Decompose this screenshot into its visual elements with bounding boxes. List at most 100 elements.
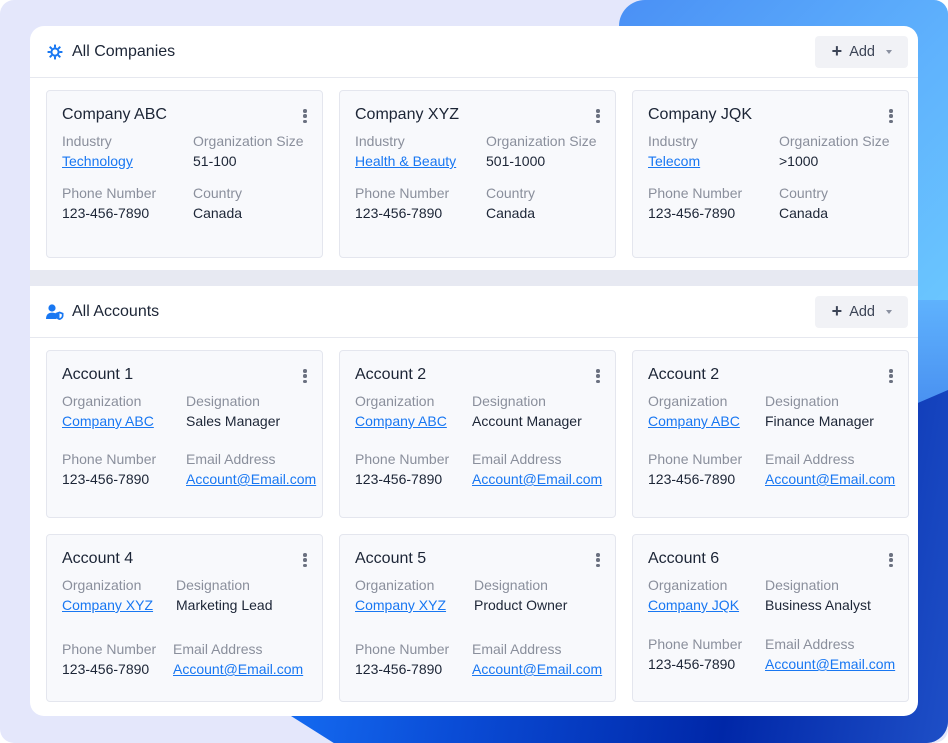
email-label: Email Address: [765, 636, 855, 652]
companies-grid: Company ABC Industry Technology Organizat…: [30, 78, 918, 258]
phone-label: Phone Number: [355, 451, 450, 467]
designation-value: Finance Manager: [765, 413, 874, 429]
organization-link[interactable]: Company JQK: [648, 597, 765, 613]
phone-value: 123-456-7890: [648, 205, 736, 221]
industry-label: Industry: [62, 133, 112, 149]
country-value: Canada: [779, 205, 829, 221]
industry-link[interactable]: Telecom: [648, 153, 779, 169]
companies-section: All Companies + Add Company ABC Industry…: [30, 26, 918, 258]
phone-label: Phone Number: [62, 185, 157, 201]
country-value: Canada: [193, 205, 243, 221]
phone-label: Phone Number: [355, 185, 450, 201]
email-label: Email Address: [472, 641, 562, 657]
plus-icon: +: [831, 300, 843, 321]
phone-value: 123-456-7890: [648, 471, 736, 487]
accounts-title-wrap: All Accounts: [46, 303, 815, 321]
designation-value: Sales Manager: [186, 413, 281, 429]
country-label: Country: [193, 185, 243, 201]
email-label: Email Address: [765, 451, 855, 467]
phone-value: 123-456-7890: [648, 656, 736, 672]
designation-label: Designation: [472, 393, 546, 409]
organization-label: Organization: [355, 393, 435, 409]
phone-value: 123-456-7890: [62, 471, 150, 487]
organization-link[interactable]: Company XYZ: [355, 597, 474, 613]
phone-value: 123-456-7890: [62, 661, 150, 677]
add-account-button[interactable]: + Add: [814, 295, 908, 328]
phone-label: Phone Number: [648, 451, 743, 467]
accounts-header: All Accounts + Add: [30, 286, 918, 338]
phone-label: Phone Number: [648, 636, 743, 652]
accounts-section: All Accounts + Add Account 1 Organizatio…: [30, 286, 918, 702]
country-label: Country: [779, 185, 829, 201]
phone-label: Phone Number: [62, 641, 157, 657]
industry-link[interactable]: Health & Beauty: [355, 153, 486, 169]
add-company-button[interactable]: + Add: [814, 35, 908, 68]
company-card: Company ABC Industry Technology Organizat…: [46, 90, 323, 258]
email-link[interactable]: Account@Email.com: [765, 471, 895, 487]
kebab-menu-icon[interactable]: [888, 109, 894, 123]
account-card: Account 4 Organization Company XYZ Design…: [46, 534, 323, 702]
kebab-menu-icon[interactable]: [302, 369, 308, 383]
organization-label: Organization: [648, 577, 728, 593]
org-size-label: Organization Size: [193, 133, 304, 149]
org-size-value: 51-100: [193, 153, 237, 169]
phone-label: Phone Number: [62, 451, 157, 467]
kebab-menu-icon[interactable]: [595, 109, 601, 123]
organization-link[interactable]: Company ABC: [648, 413, 765, 429]
email-link[interactable]: Account@Email.com: [173, 661, 303, 677]
company-name: Company XYZ: [355, 106, 460, 123]
email-link[interactable]: Account@Email.com: [472, 471, 602, 487]
org-size-value: 501-1000: [486, 153, 546, 169]
company-name: Company JQK: [648, 106, 753, 123]
organization-link[interactable]: Company ABC: [62, 413, 186, 429]
industry-label: Industry: [648, 133, 698, 149]
company-card: Company JQK Industry Telecom Organization…: [632, 90, 909, 258]
account-name: Account 2: [648, 366, 720, 383]
account-name: Account 6: [648, 550, 720, 567]
kebab-menu-icon[interactable]: [595, 553, 601, 567]
phone-label: Phone Number: [355, 641, 450, 657]
phone-value: 123-456-7890: [62, 205, 150, 221]
kebab-menu-icon[interactable]: [888, 369, 894, 383]
kebab-menu-icon[interactable]: [595, 369, 601, 383]
organization-label: Organization: [648, 393, 728, 409]
email-label: Email Address: [472, 451, 562, 467]
designation-value: Product Owner: [474, 597, 568, 613]
org-size-label: Organization Size: [486, 133, 597, 149]
caret-down-icon: [886, 49, 892, 54]
phone-label: Phone Number: [648, 185, 743, 201]
org-size-value: >1000: [779, 153, 819, 169]
industry-label: Industry: [355, 133, 405, 149]
designation-label: Designation: [186, 393, 260, 409]
companies-title-wrap: All Companies: [46, 43, 815, 61]
email-link[interactable]: Account@Email.com: [765, 656, 895, 672]
designation-value: Marketing Lead: [176, 597, 273, 613]
organization-link[interactable]: Company ABC: [355, 413, 472, 429]
main-panel: All Companies + Add Company ABC Industry…: [30, 26, 918, 716]
section-divider: [30, 270, 918, 286]
email-link[interactable]: Account@Email.com: [472, 661, 602, 677]
email-link[interactable]: Account@Email.com: [186, 471, 316, 487]
country-value: Canada: [486, 205, 536, 221]
designation-label: Designation: [765, 393, 839, 409]
designation-value: Account Manager: [472, 413, 582, 429]
industry-link[interactable]: Technology: [62, 153, 193, 169]
country-label: Country: [486, 185, 536, 201]
accounts-title: All Accounts: [72, 302, 160, 320]
user-shield-icon: [46, 303, 64, 321]
kebab-menu-icon[interactable]: [302, 109, 308, 123]
account-card: Account 1 Organization Company ABC Design…: [46, 350, 323, 518]
organization-label: Organization: [62, 393, 142, 409]
gear-icon: [46, 43, 64, 61]
account-name: Account 4: [62, 550, 134, 567]
account-name: Account 5: [355, 550, 427, 567]
phone-value: 123-456-7890: [355, 471, 443, 487]
kebab-menu-icon[interactable]: [302, 553, 308, 567]
designation-label: Designation: [474, 577, 548, 593]
companies-title: All Companies: [72, 42, 176, 60]
organization-link[interactable]: Company XYZ: [62, 597, 176, 613]
phone-value: 123-456-7890: [355, 661, 443, 677]
kebab-menu-icon[interactable]: [888, 553, 894, 567]
organization-label: Organization: [355, 577, 435, 593]
